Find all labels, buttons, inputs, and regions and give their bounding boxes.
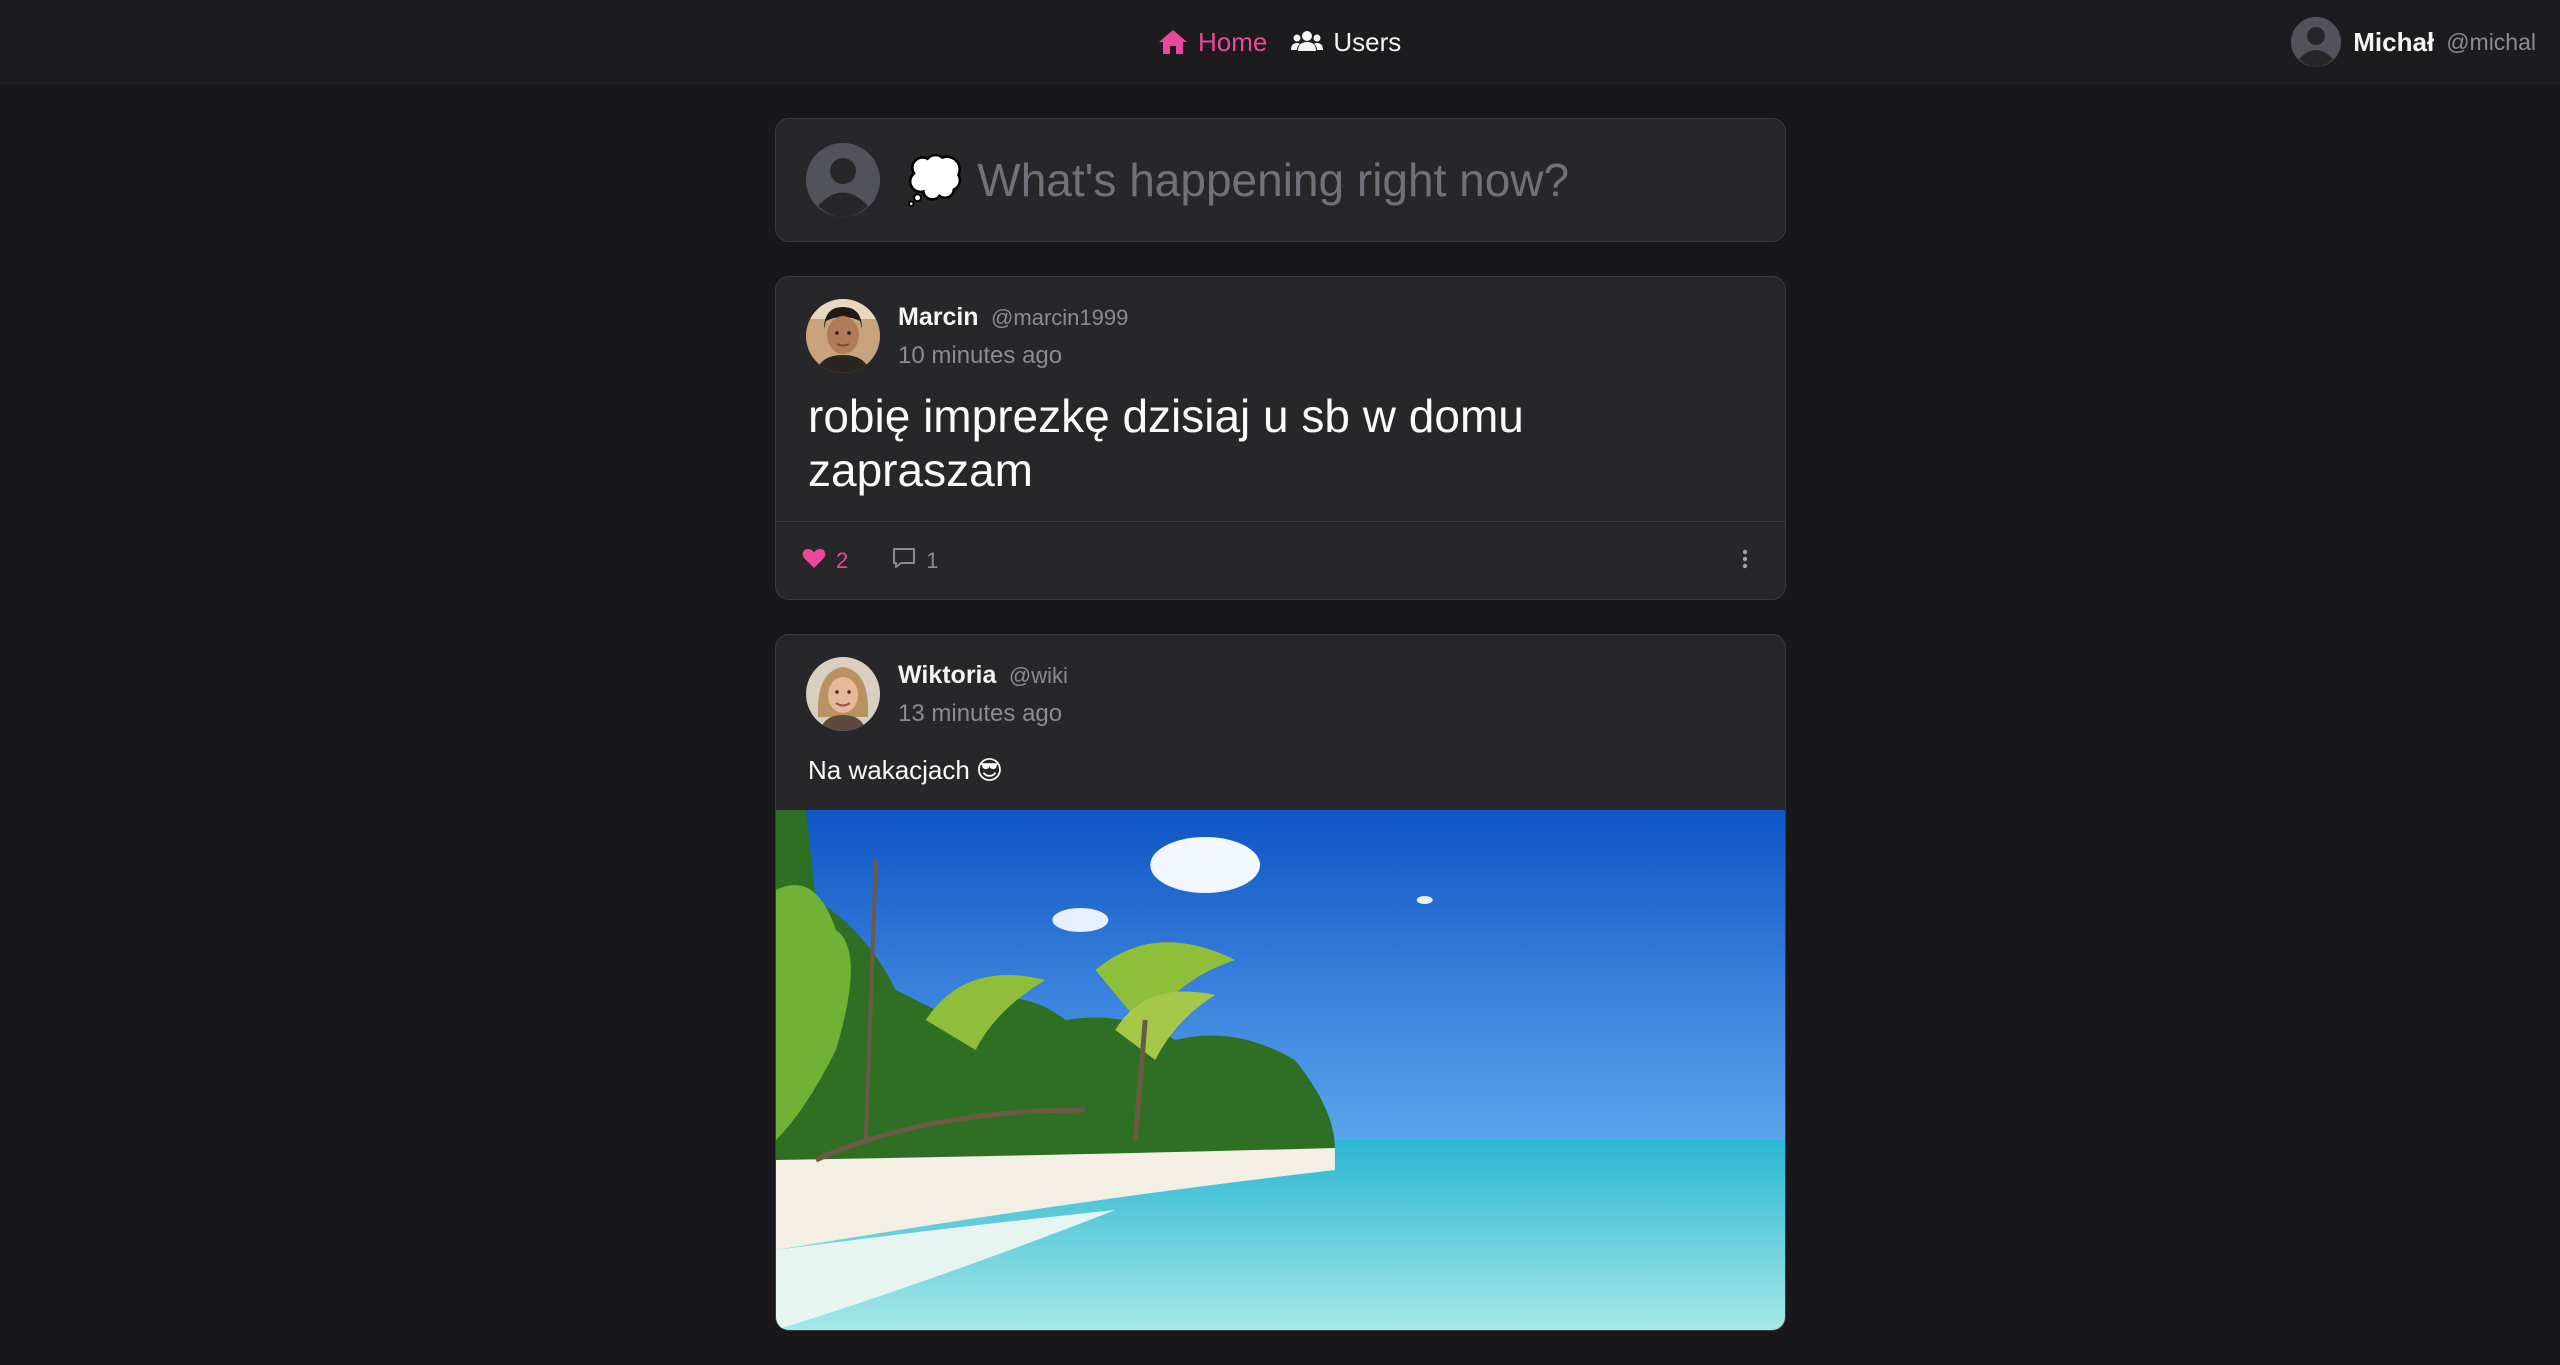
post-timestamp: 10 minutes ago <box>898 342 1063 369</box>
nav-users[interactable]: Users <box>1291 27 1401 58</box>
feed: 💭 What's happening right now? Marcin @ma… <box>775 118 1786 1365</box>
post-handle: @marcin1999 <box>991 305 1129 330</box>
heart-icon <box>802 547 826 575</box>
post-card: Marcin @marcin1999 10 minutes ago robię … <box>775 276 1786 600</box>
post-header: Wiktoria @wiki 13 minutes ago <box>776 635 1785 731</box>
post-composer[interactable]: 💭 What's happening right now? <box>775 118 1786 242</box>
current-user-handle: @michal <box>2446 28 2536 55</box>
nav-users-label: Users <box>1333 26 1402 57</box>
sunglasses-emoji-icon: 😎 <box>975 755 1003 785</box>
composer-placeholder: What's happening right now? <box>977 154 1570 206</box>
post-author[interactable]: Wiktoria <box>898 661 996 689</box>
comment-button[interactable]: 1 <box>892 547 939 575</box>
post-header: Marcin @marcin1999 10 minutes ago <box>776 277 1785 373</box>
composer-avatar <box>806 143 880 217</box>
like-button[interactable]: 2 <box>802 547 848 575</box>
post-card: Wiktoria @wiki 13 minutes ago Na wakacja… <box>775 634 1786 1331</box>
post-meta: Wiktoria @wiki 13 minutes ago <box>898 657 1068 728</box>
users-icon <box>1291 29 1324 55</box>
avatar[interactable] <box>806 299 880 373</box>
beach-photo[interactable] <box>776 810 1785 1330</box>
home-icon <box>1158 28 1188 56</box>
nav-home[interactable]: Home <box>1158 27 1267 58</box>
post-meta: Marcin @marcin1999 10 minutes ago <box>898 299 1128 370</box>
post-text-content: Na wakacjach <box>808 755 970 785</box>
current-user-profile[interactable]: Michał @michal <box>2291 0 2536 84</box>
avatar <box>2291 17 2342 67</box>
post-text: Na wakacjach 😎 <box>776 731 1785 810</box>
comment-count: 1 <box>926 547 939 573</box>
top-navbar: Home Users Michał @michal <box>0 0 2560 84</box>
comment-icon <box>892 547 916 575</box>
post-text: robię imprezkę dzisiaj u sb w domu zapra… <box>808 390 1524 496</box>
avatar[interactable] <box>806 657 880 731</box>
more-vertical-icon <box>1741 548 1749 575</box>
more-options-button[interactable] <box>1741 522 1749 599</box>
post-timestamp: 13 minutes ago <box>898 700 1063 727</box>
post-handle: @wiki <box>1008 663 1068 688</box>
composer-input[interactable]: 💭 What's happening right now? <box>906 153 1569 208</box>
like-count: 2 <box>836 547 849 573</box>
post-author[interactable]: Marcin <box>898 303 979 331</box>
post-actions: 2 1 <box>776 521 1785 599</box>
thought-bubble-icon: 💭 <box>906 153 964 206</box>
nav-home-label: Home <box>1198 26 1268 57</box>
current-user-name: Michał <box>2353 26 2435 57</box>
main-nav: Home Users <box>1158 0 1401 84</box>
